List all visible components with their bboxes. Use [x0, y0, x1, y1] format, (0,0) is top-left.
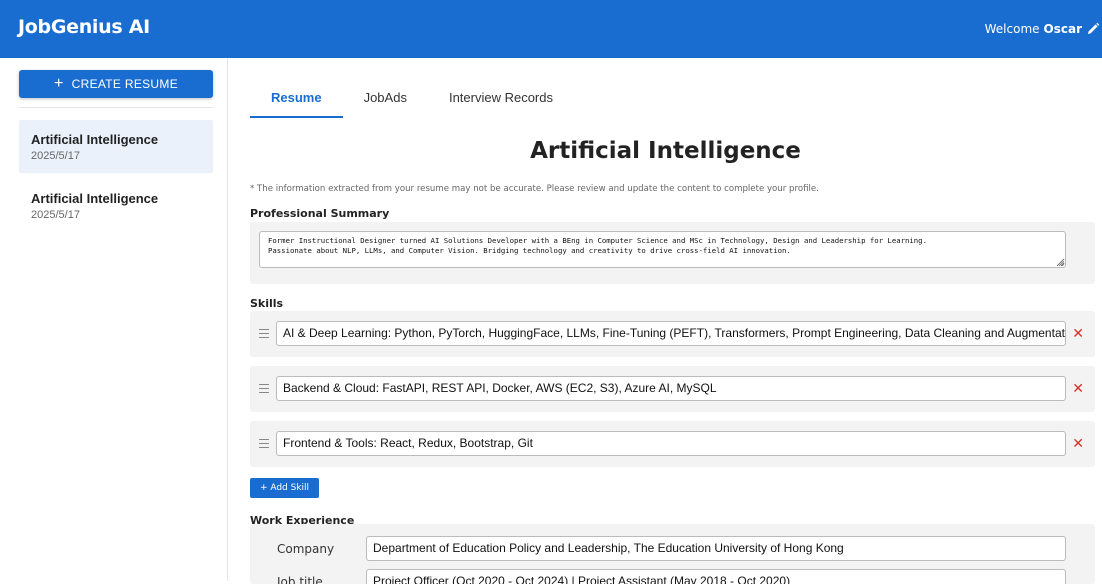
delete-skill-icon[interactable]: ✕: [1072, 435, 1084, 451]
skill-row: AI & Deep Learning: Python, PyTorch, Hug…: [250, 311, 1095, 357]
drag-handle-icon[interactable]: [259, 439, 269, 448]
welcome-area: Welcome Oscar: [985, 22, 1102, 36]
skill-input[interactable]: AI & Deep Learning: Python, PyTorch, Hug…: [276, 321, 1066, 346]
resume-list-item[interactable]: Artificial Intelligence 2025/5/17: [19, 120, 213, 173]
create-resume-label: CREATE RESUME: [71, 77, 178, 91]
job-title-input[interactable]: Project Officer (Oct 2020 - Oct 2024) | …: [366, 569, 1066, 584]
accuracy-note: * The information extracted from your re…: [250, 184, 819, 194]
main-content: Resume JobAds Interview Records Artifici…: [229, 58, 1102, 584]
sidebar: + CREATE RESUME Artificial Intelligence …: [0, 58, 228, 581]
create-resume-button[interactable]: + CREATE RESUME: [19, 70, 213, 98]
summary-label: Professional Summary: [250, 207, 390, 220]
delete-skill-icon[interactable]: ✕: [1072, 380, 1084, 396]
drag-handle-icon[interactable]: [259, 384, 269, 393]
resume-list-item[interactable]: Artificial Intelligence 2025/5/17: [19, 179, 213, 232]
app-logo[interactable]: JobGenius AI: [18, 16, 150, 38]
tab-bar: Resume JobAds Interview Records: [250, 90, 574, 118]
summary-panel: Former Instructional Designer turned AI …: [250, 222, 1095, 284]
resize-grip-icon[interactable]: [1058, 260, 1065, 267]
resume-item-title: Artificial Intelligence: [31, 191, 159, 206]
skill-row: Backend & Cloud: FastAPI, REST API, Dock…: [250, 366, 1095, 412]
resume-item-title: Artificial Intelligence: [31, 132, 159, 147]
resume-item-date: 2025/5/17: [31, 209, 80, 221]
skills-label: Skills: [250, 297, 284, 310]
summary-textarea[interactable]: Former Instructional Designer turned AI …: [259, 231, 1066, 268]
company-label: Company: [277, 542, 335, 556]
job-title-label: Job title: [277, 575, 323, 584]
welcome-text: Welcome: [984, 22, 1040, 36]
skill-input[interactable]: Backend & Cloud: FastAPI, REST API, Dock…: [276, 376, 1066, 401]
delete-skill-icon[interactable]: ✕: [1072, 325, 1084, 341]
sidebar-divider: [19, 107, 213, 108]
work-experience-panel: Company Department of Education Policy a…: [250, 524, 1095, 584]
resume-item-date: 2025/5/17: [31, 150, 80, 162]
add-skill-button[interactable]: + Add Skill: [250, 478, 319, 498]
skill-row: Frontend & Tools: React, Redux, Bootstra…: [250, 421, 1095, 467]
plus-icon: +: [53, 75, 64, 92]
edit-pencil-icon[interactable]: [1086, 22, 1100, 36]
tab-jobads[interactable]: JobAds: [343, 90, 428, 118]
company-input[interactable]: Department of Education Policy and Leade…: [366, 536, 1066, 561]
user-name: Oscar: [1043, 22, 1082, 36]
drag-handle-icon[interactable]: [259, 329, 269, 338]
tab-interview-records[interactable]: Interview Records: [428, 90, 574, 118]
top-bar: JobGenius AI Welcome Oscar: [0, 0, 1102, 58]
resume-title: Artificial Intelligence: [530, 138, 801, 164]
tab-resume[interactable]: Resume: [250, 90, 343, 118]
skill-input[interactable]: Frontend & Tools: React, Redux, Bootstra…: [276, 431, 1066, 456]
